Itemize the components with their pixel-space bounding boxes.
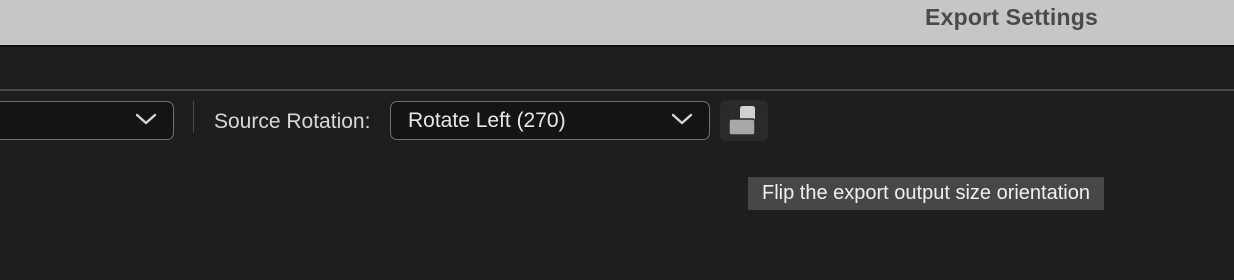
flip-orientation-button[interactable] (720, 100, 768, 141)
toolbar-separator (193, 101, 194, 133)
flip-orientation-icon (728, 106, 756, 136)
title-bar: Export Settings (0, 0, 1234, 47)
window-title: Export Settings (925, 4, 1098, 30)
source-rotation-dropdown[interactable]: Rotate Left (270) (390, 101, 710, 140)
source-rotation-value: Rotate Left (270) (408, 109, 566, 132)
chevron-down-icon (135, 113, 157, 125)
chevron-down-icon (671, 113, 693, 125)
header-divider (0, 89, 1234, 91)
preset-dropdown[interactable] (0, 101, 174, 140)
source-rotation-label: Source Rotation: (214, 110, 371, 133)
flip-orientation-tooltip: Flip the export output size orientation (748, 177, 1104, 210)
